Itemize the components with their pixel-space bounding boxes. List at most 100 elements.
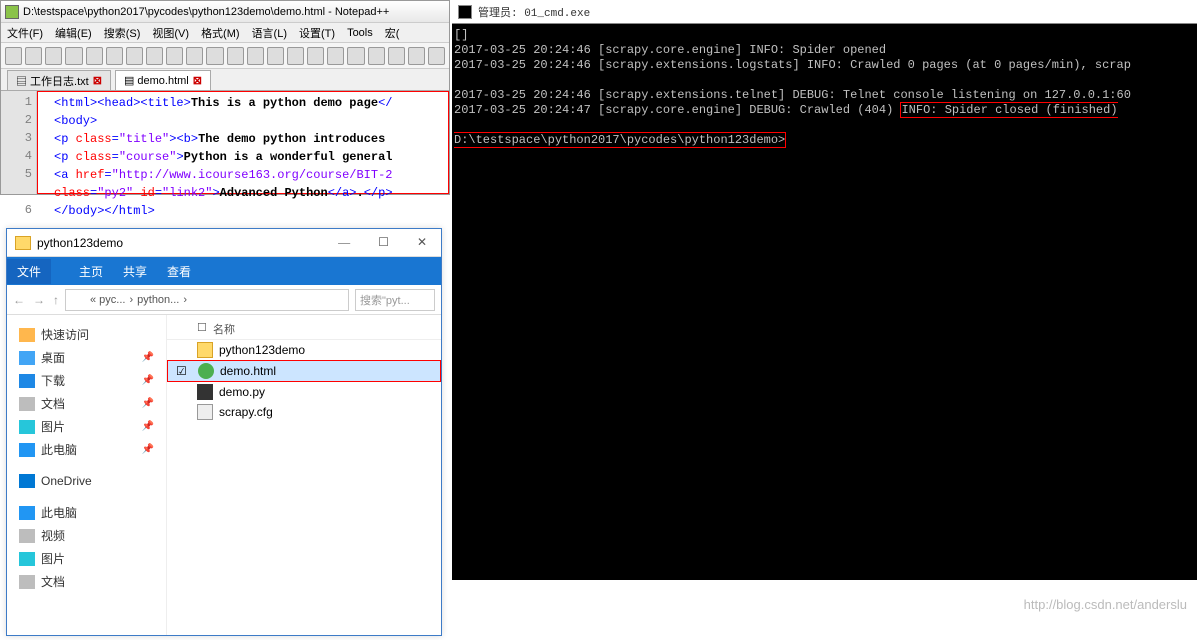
explorer-titlebar[interactable]: python123demo — ☐ ✕: [7, 229, 441, 257]
menu-item[interactable]: 搜索(S): [104, 25, 141, 41]
toolbar-icon[interactable]: [5, 47, 22, 65]
file-icon: [197, 404, 213, 420]
toolbar-icon[interactable]: [347, 47, 364, 65]
toolbar-icon[interactable]: [227, 47, 244, 65]
nav-item[interactable]: 文档📌: [11, 392, 162, 415]
toolbar-icon[interactable]: [166, 47, 183, 65]
toolbar-icon[interactable]: [247, 47, 264, 65]
toolbar-icon[interactable]: [86, 47, 103, 65]
npp-title-text: D:\testspace\python2017\pycodes\python12…: [23, 6, 389, 18]
toolbar-icon[interactable]: [428, 47, 445, 65]
menu-item[interactable]: 文件(F): [7, 25, 43, 41]
file-item[interactable]: scrapy.cfg: [167, 402, 441, 422]
col-header[interactable]: ☐ 名称: [167, 319, 441, 340]
nav-item[interactable]: 文档: [11, 570, 162, 593]
cmd-titlebar[interactable]: 管理员: 01_cmd.exe: [452, 0, 1197, 24]
toolbar-icon[interactable]: [65, 47, 82, 65]
file-icon: [197, 342, 213, 358]
close-button[interactable]: ✕: [411, 233, 433, 252]
npp-code-text[interactable]: <html><head><title>This is a python demo…: [37, 91, 449, 194]
doc-icon: [19, 397, 35, 411]
menu-item[interactable]: 设置(T): [299, 25, 335, 41]
toolbar-icon[interactable]: [206, 47, 223, 65]
pin-icon: 📌: [142, 398, 154, 409]
pic-icon: [19, 420, 35, 434]
file-item[interactable]: ☑demo.html: [167, 360, 441, 382]
toolbar-icon[interactable]: [25, 47, 42, 65]
download-icon: [19, 374, 35, 388]
cmd-icon: [458, 5, 472, 19]
npp-app-icon: [5, 5, 19, 19]
pin-icon: 📌: [142, 421, 154, 432]
watermark: http://blog.csdn.net/anderslu: [1024, 597, 1187, 612]
close-icon[interactable]: ⊠: [93, 74, 102, 87]
toolbar-icon[interactable]: [126, 47, 143, 65]
nav-item[interactable]: OneDrive: [11, 471, 162, 491]
cmd-output[interactable]: [] 2017-03-25 20:24:46 [scrapy.core.engi…: [452, 24, 1197, 152]
toolbar-icon[interactable]: [146, 47, 163, 65]
nav-item[interactable]: 此电脑📌: [11, 438, 162, 461]
nav-item[interactable]: 下载📌: [11, 369, 162, 392]
cmd-title-text: 管理员: 01_cmd.exe: [478, 4, 590, 20]
cmd-window: 管理员: 01_cmd.exe [] 2017-03-25 20:24:46 […: [452, 0, 1197, 580]
file-icon: [197, 384, 213, 400]
nav-fwd-icon[interactable]: →: [33, 293, 45, 307]
toolbar-icon[interactable]: [307, 47, 324, 65]
minimize-button[interactable]: —: [332, 233, 356, 252]
menu-item[interactable]: 宏(: [385, 25, 400, 41]
ribbon-home[interactable]: 主页: [79, 263, 103, 280]
file-item[interactable]: python123demo: [167, 340, 441, 360]
pin-icon: 📌: [142, 444, 154, 455]
ribbon-share[interactable]: 共享: [123, 263, 147, 280]
ribbon-view[interactable]: 查看: [167, 263, 191, 280]
nav-item[interactable]: 图片: [11, 547, 162, 570]
file-list: ☐ 名称 python123demo☑demo.htmldemo.pyscrap…: [167, 315, 441, 635]
menu-item[interactable]: 视图(V): [152, 25, 189, 41]
menu-item[interactable]: 语言(L): [252, 25, 287, 41]
maximize-button[interactable]: ☐: [372, 233, 395, 252]
file-item[interactable]: demo.py: [167, 382, 441, 402]
explorer-ribbon: 文件 主页 共享 查看: [7, 257, 441, 285]
desktop-icon: [19, 351, 35, 365]
toolbar-icon[interactable]: [388, 47, 405, 65]
nav-item[interactable]: 视频: [11, 524, 162, 547]
editor-tab[interactable]: ▤ 工作日志.txt⊠: [7, 70, 111, 90]
pin-icon: 📌: [142, 375, 154, 386]
ribbon-file[interactable]: 文件: [7, 259, 51, 284]
pc-icon: [19, 443, 35, 457]
nav-pane: 快速访问桌面📌下载📌文档📌图片📌此电脑📌 OneDrive 此电脑视频图片文档: [7, 315, 167, 635]
nav-item[interactable]: 快速访问: [11, 323, 162, 346]
toolbar-icon[interactable]: [106, 47, 123, 65]
npp-titlebar[interactable]: D:\testspace\python2017\pycodes\python12…: [1, 1, 449, 23]
npp-toolbar: [1, 43, 449, 69]
toolbar-icon[interactable]: [267, 47, 284, 65]
address-bar[interactable]: « pyc... › python... ›: [65, 289, 349, 311]
menu-item[interactable]: 格式(M): [201, 25, 240, 41]
toolbar-icon[interactable]: [368, 47, 385, 65]
explorer-title: python123demo: [37, 236, 123, 250]
toolbar-icon[interactable]: [186, 47, 203, 65]
npp-tabs: ▤ 工作日志.txt⊠▤ demo.html⊠: [1, 69, 449, 91]
window-controls: — ☐ ✕: [332, 233, 433, 252]
nav-back-icon[interactable]: ←: [13, 293, 25, 307]
nav-up-icon[interactable]: ↑: [53, 293, 59, 307]
toolbar-icon[interactable]: [287, 47, 304, 65]
pc-icon: [19, 506, 35, 520]
nav-item[interactable]: 图片📌: [11, 415, 162, 438]
notepadpp-window: D:\testspace\python2017\pycodes\python12…: [0, 0, 450, 195]
editor-tab[interactable]: ▤ demo.html⊠: [115, 70, 211, 90]
explorer-window: python123demo — ☐ ✕ 文件 主页 共享 查看 ← → ↑ « …: [6, 228, 442, 636]
search-box[interactable]: 搜索"pyt...: [355, 289, 435, 311]
nav-item[interactable]: 此电脑: [11, 501, 162, 524]
folder-icon: [15, 236, 31, 250]
menu-item[interactable]: Tools: [347, 27, 373, 39]
explorer-breadcrumb: ← → ↑ « pyc... › python... › 搜索"pyt...: [7, 285, 441, 315]
close-icon[interactable]: ⊠: [193, 74, 202, 87]
toolbar-icon[interactable]: [327, 47, 344, 65]
nav-item[interactable]: 桌面📌: [11, 346, 162, 369]
toolbar-icon[interactable]: [45, 47, 62, 65]
menu-item[interactable]: 编辑(E): [55, 25, 92, 41]
toolbar-icon[interactable]: [408, 47, 425, 65]
npp-gutter: 123456: [1, 91, 37, 194]
star-icon: [19, 328, 35, 342]
